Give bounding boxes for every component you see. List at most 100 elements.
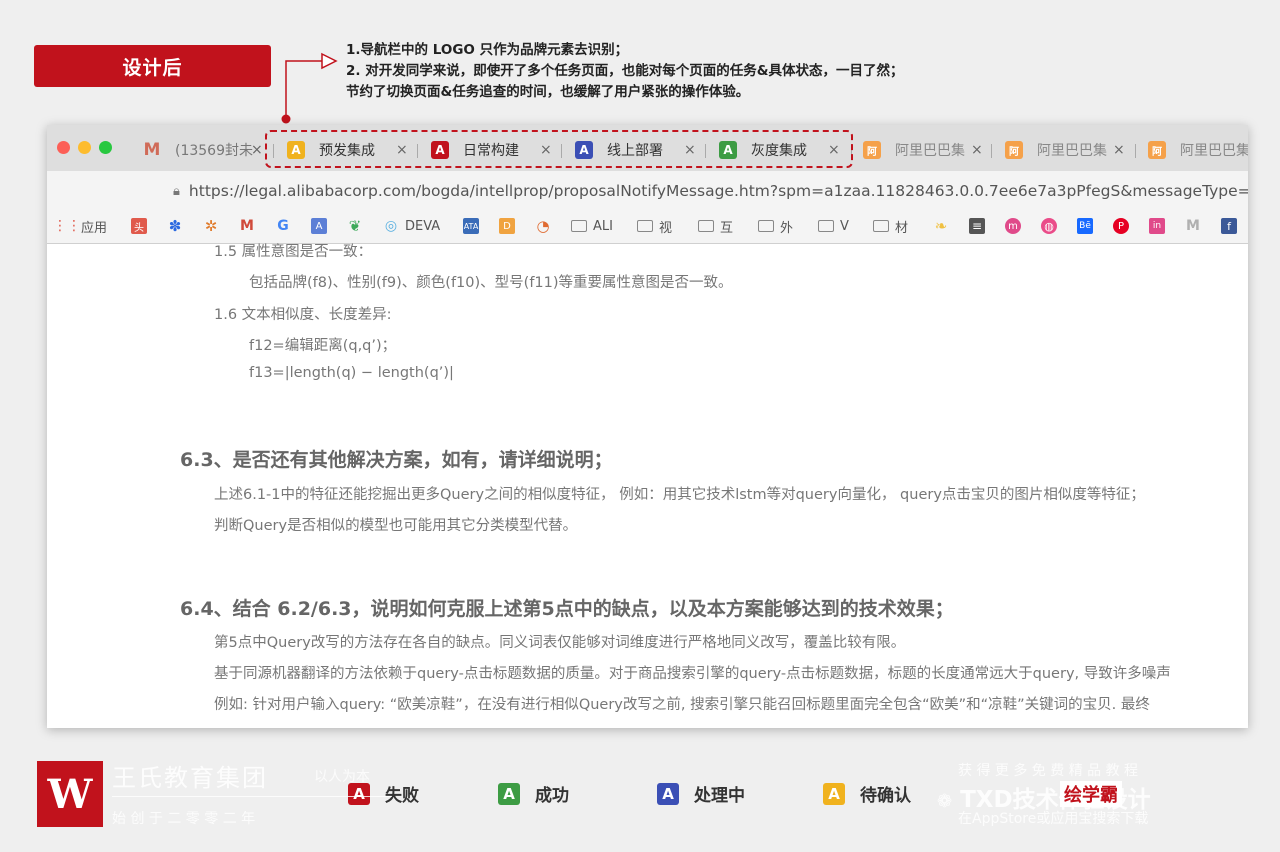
behance-icon: Bē xyxy=(1077,218,1093,234)
legend-label: 待确认 xyxy=(860,786,911,806)
bookmark-folder[interactable]: 视 xyxy=(637,216,672,236)
paw-icon: ✽ xyxy=(168,217,182,235)
feather-icon: ❧ xyxy=(934,217,948,235)
bookmark-folder[interactable]: 材 xyxy=(873,216,908,236)
bookmark-facebook[interactable]: f xyxy=(1221,216,1243,236)
gmail-icon: M xyxy=(143,140,161,160)
alibaba-logo-icon: 阿 xyxy=(1148,141,1166,159)
watermark-promo: 在AppStore或应用宝搜索下载 xyxy=(958,811,1149,827)
note-line: 节约了切换页面&任务追查的时间，也缓解了用户紧张的操作体验。 xyxy=(346,84,750,100)
bookmark-behance[interactable]: Bē xyxy=(1077,216,1099,236)
alibaba-logo-icon: 阿 xyxy=(863,141,881,159)
bookmark-site[interactable]: ≡ xyxy=(969,216,991,236)
formula: f13=|length(q) − length(q’)| xyxy=(249,365,454,381)
bookmark-label: 互 xyxy=(720,220,734,236)
bookmark-folder[interactable]: 互 xyxy=(698,216,733,236)
tab-alibaba[interactable]: 阿 阿里巴巴集 × xyxy=(1005,135,1125,165)
globe-icon: ◎ xyxy=(384,218,398,234)
ata-icon: ATA xyxy=(463,218,479,234)
pinterest-icon: P xyxy=(1113,218,1129,234)
bookmark-site[interactable]: A xyxy=(311,216,333,236)
zoom-window-button[interactable] xyxy=(99,141,112,154)
url-field[interactable]: 🔒︎ https://legal.alibabacorp.com/bogda/i… xyxy=(173,178,1248,204)
bookmark-pinterest[interactable]: P xyxy=(1113,216,1135,236)
m-circle-icon: m xyxy=(1005,218,1021,234)
annotation-notes: 1.导航栏中的 LOGO 只作为品牌元素去识别； 2. 对开发同学来说，即使开了… xyxy=(346,40,904,103)
paragraph: 判断Query是否相似的模型也可能用其它分类模型代替。 xyxy=(214,518,578,534)
mail-icon: M xyxy=(1186,218,1200,234)
bookmark-google[interactable]: G xyxy=(275,216,297,236)
subheading: 1.6 文本相似度、长度差异: xyxy=(214,307,392,323)
close-window-button[interactable] xyxy=(57,141,70,154)
bookmark-site[interactable]: ❦ xyxy=(347,216,369,236)
gmail-icon: M xyxy=(240,218,254,234)
app-name: 绘学霸 xyxy=(1060,781,1122,807)
watermark-promo: 获 得 更 多 免 费 精 品 教 程 xyxy=(958,763,1139,779)
tab-label: 阿里巴巴集 xyxy=(1037,143,1107,159)
bookmark-site[interactable]: 头 xyxy=(131,216,153,236)
document-content: 1.5 属性意图是否一致： 包括品牌(f8)、性别(f9)、颜色(f10)、型号… xyxy=(47,244,1248,728)
tab-close-icon[interactable]: × xyxy=(1113,142,1125,158)
bookmark-label: 材 xyxy=(895,220,909,236)
bookmark-gmail[interactable]: M xyxy=(239,216,261,236)
in-square-icon: in xyxy=(1149,218,1165,234)
bookmark-gmail[interactable]: M xyxy=(1185,216,1207,236)
bookmark-folder[interactable]: 外 xyxy=(758,216,793,236)
tab-divider xyxy=(1135,144,1136,158)
paragraph: 例如: 针对用户输入query: “欧美凉鞋”，在没有进行相似Query改写之前… xyxy=(214,697,1150,713)
bookmark-apps[interactable]: ⋮⋮ 应用 xyxy=(53,216,107,236)
tab-alibaba[interactable]: 阿 阿里巴巴集 xyxy=(1148,135,1248,165)
status-success-icon: A xyxy=(498,782,520,805)
browser-window: M (13569封未 × A 预发集成 × A 日常构建 × A 线上部署 × … xyxy=(47,125,1248,728)
tab-label: (13569封未 xyxy=(175,143,253,159)
bookmark-site[interactable]: ✲ xyxy=(203,216,225,236)
bookmark-site[interactable]: m xyxy=(1005,216,1027,236)
watermark-divider xyxy=(112,796,392,797)
tab-close-icon[interactable]: × xyxy=(251,142,263,158)
leaf-icon: ❦ xyxy=(348,217,362,235)
bookmark-dribbble[interactable]: ◍ xyxy=(1041,216,1063,236)
d-square-icon: D xyxy=(499,218,515,234)
bookmark-site[interactable]: D xyxy=(499,216,521,236)
paragraph: 上述6.1-1中的特征还能挖掘出更多Query之间的相似度特征， 例如：用其它技… xyxy=(214,487,1145,503)
watermark-founded: 始 创 于 二 零 零 二 年 xyxy=(112,811,256,827)
folder-icon xyxy=(698,220,714,232)
tab-strip: M (13569封未 × A 预发集成 × A 日常构建 × A 线上部署 × … xyxy=(47,125,1248,171)
bookmark-site[interactable]: ✽ xyxy=(167,216,189,236)
paragraph: 第5点中Query改写的方法存在各自的缺点。同义词表仅能够对词维度进行严格地同义… xyxy=(214,635,906,651)
swirl-icon: ◔ xyxy=(536,217,550,235)
bookmark-site[interactable]: ◔ xyxy=(535,216,557,236)
tab-close-icon[interactable]: × xyxy=(971,142,983,158)
dribbble-icon: ◍ xyxy=(1041,218,1057,234)
tab-gmail[interactable]: M (13569封未 × xyxy=(143,135,263,165)
legend-label: 处理中 xyxy=(694,786,745,806)
bookmark-label: V xyxy=(840,218,849,234)
minimize-window-button[interactable] xyxy=(78,141,91,154)
bookmark-site[interactable]: ATA xyxy=(463,216,485,236)
bookmark-site[interactable]: in xyxy=(1149,216,1171,236)
bookmark-folder[interactable]: V xyxy=(818,216,849,236)
legend-success: A 成功 xyxy=(498,781,569,806)
folder-icon xyxy=(758,220,774,232)
folder-icon xyxy=(818,220,834,232)
folder-icon xyxy=(571,220,587,232)
folder-icon xyxy=(873,220,889,232)
facebook-icon: f xyxy=(1221,218,1237,234)
tab-label: 阿里巴巴集 xyxy=(1180,143,1248,159)
paragraph: 包括品牌(f8)、性别(f9)、颜色(f10)、型号(f11)等重要属性意图是否… xyxy=(249,275,733,291)
bookmark-deva[interactable]: ◎ DEVA xyxy=(383,216,440,236)
star-burst-icon: ✲ xyxy=(204,217,218,235)
tab-divider xyxy=(991,144,992,158)
section-heading: 6.3、是否还有其他解决方案，如有，请详细说明； xyxy=(180,449,613,471)
note-line: 1.导航栏中的 LOGO 只作为品牌元素去识别； xyxy=(346,42,629,58)
a-square-icon: A xyxy=(311,218,327,234)
apps-grid-icon: ⋮⋮ xyxy=(53,218,81,234)
stripes-icon: ≡ xyxy=(969,218,985,234)
bookmark-folder[interactable]: ALI xyxy=(571,216,613,236)
bookmark-site[interactable]: ❧ xyxy=(933,216,955,236)
bookmark-label: DEVA xyxy=(405,218,441,234)
alibaba-logo-icon: 阿 xyxy=(1005,141,1023,159)
bookmark-label: 外 xyxy=(780,220,794,236)
tab-alibaba[interactable]: 阿 阿里巴巴集 × xyxy=(863,135,983,165)
tab-label: 阿里巴巴集 xyxy=(895,143,965,159)
